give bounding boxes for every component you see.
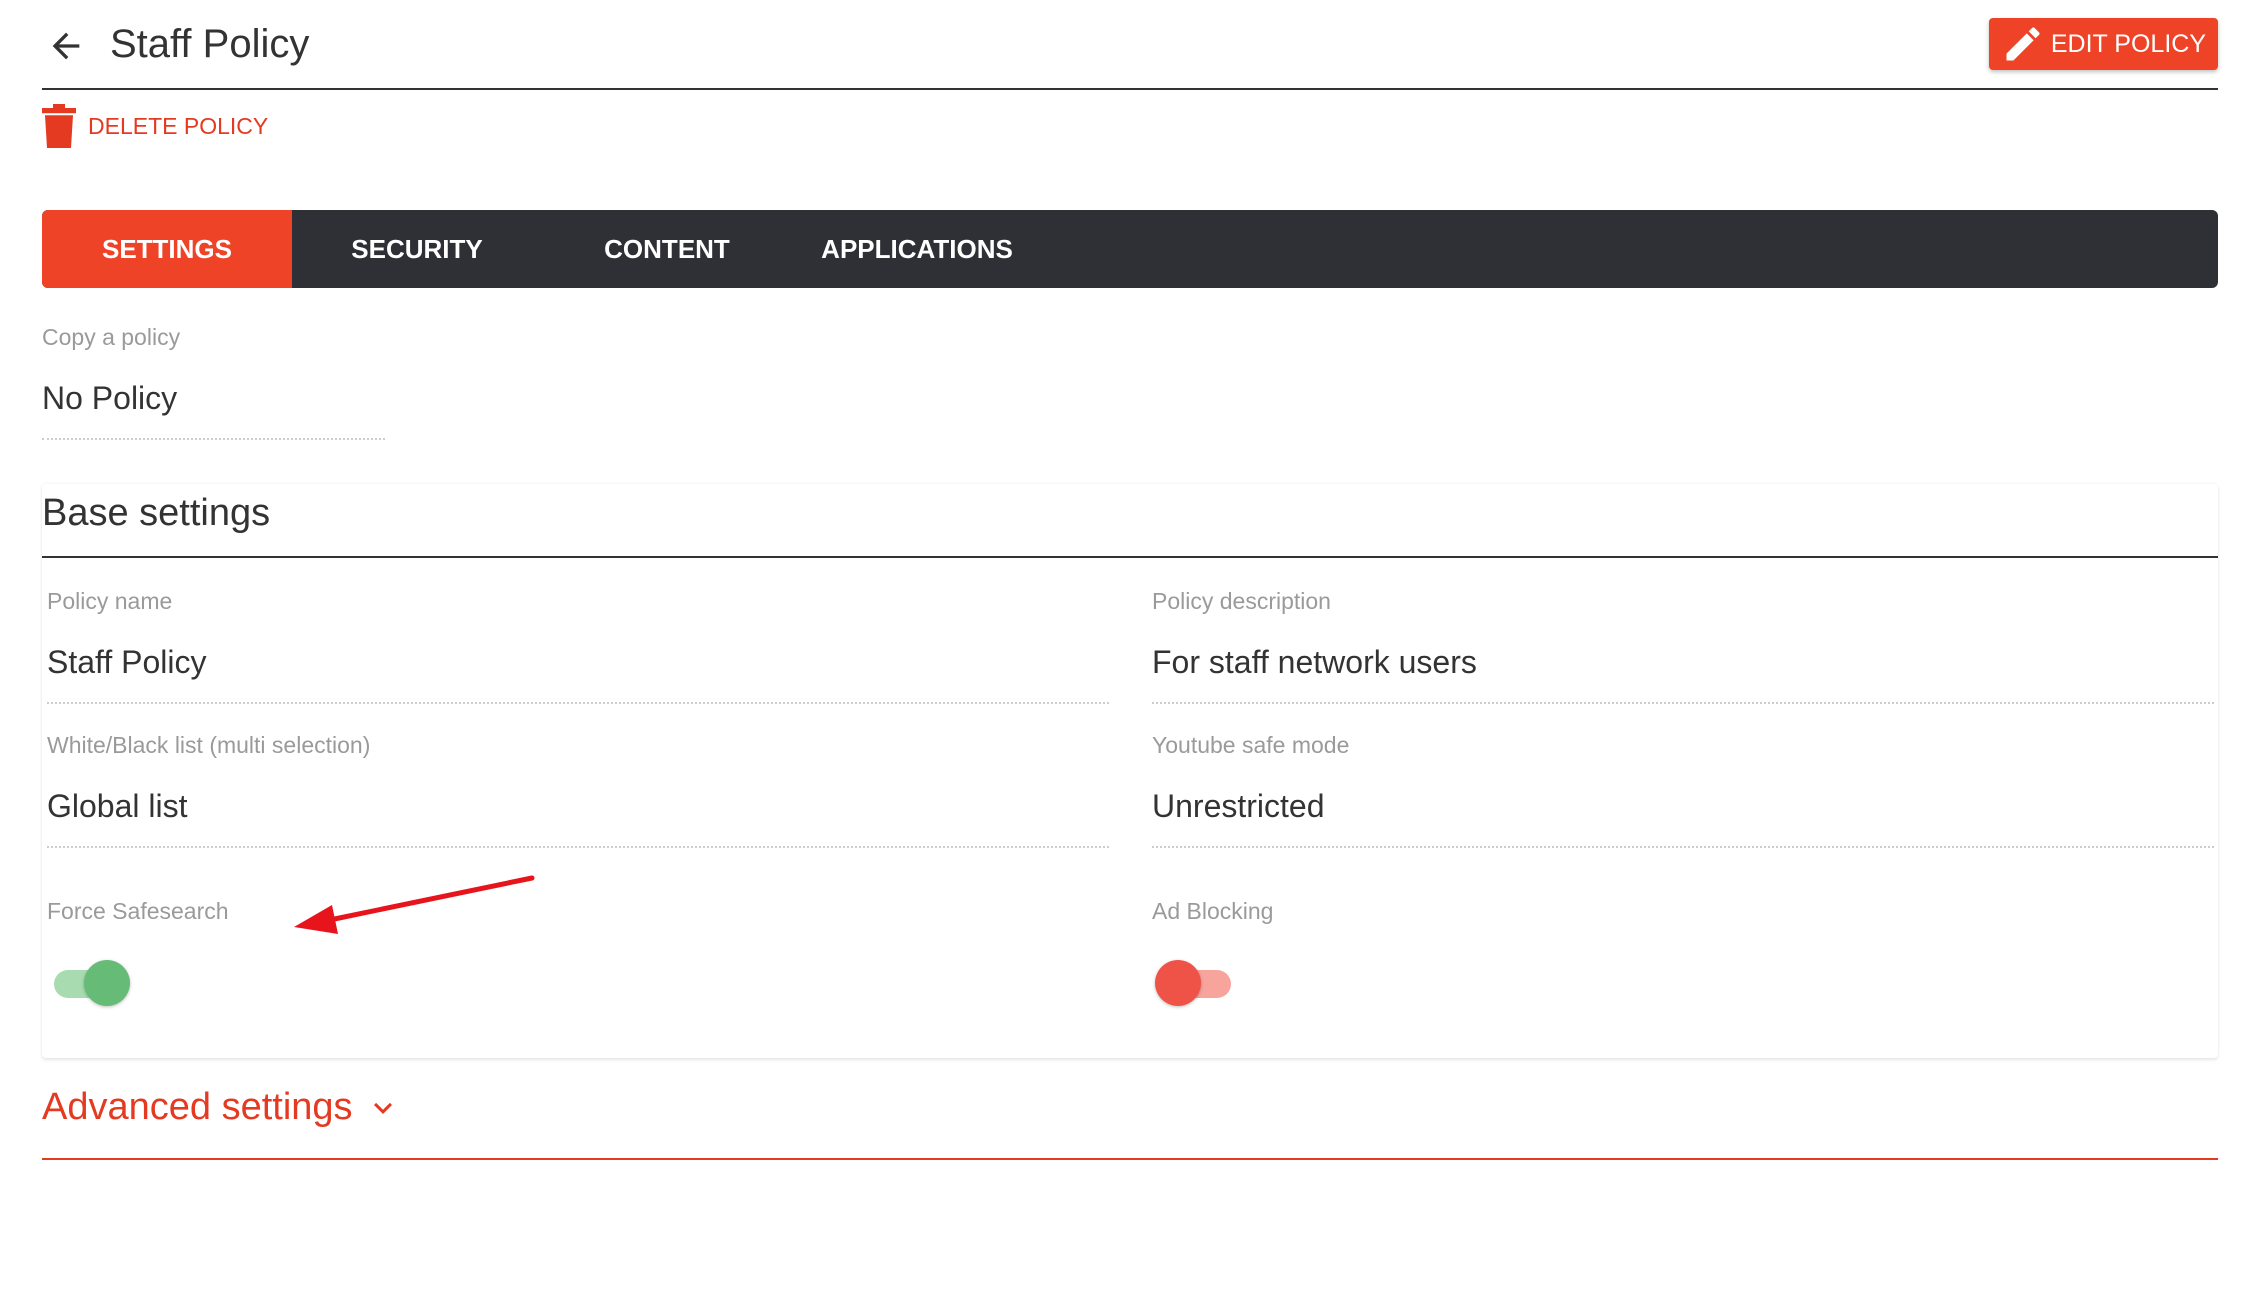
- force-safesearch-label: Force Safesearch: [47, 898, 229, 924]
- pencil-icon: [2006, 27, 2040, 61]
- delete-policy-label: DELETE POLICY: [88, 112, 269, 139]
- list-label: White/Black list (multi selection): [47, 732, 371, 758]
- tab-applications-label: APPLICATIONS: [821, 233, 1013, 264]
- copy-policy-label: Copy a policy: [42, 324, 181, 350]
- delete-policy-button[interactable]: DELETE POLICY: [42, 104, 268, 148]
- force-safesearch-toggle[interactable]: [50, 958, 130, 1006]
- youtube-select[interactable]: Unrestricted: [1152, 788, 1325, 825]
- tab-settings[interactable]: SETTINGS: [42, 210, 292, 288]
- policy-name-label: Policy name: [47, 588, 173, 614]
- copy-policy-underline: [42, 438, 385, 440]
- list-select[interactable]: Global list: [47, 788, 188, 825]
- page-title: Staff Policy: [110, 22, 310, 66]
- policy-description-field[interactable]: For staff network users: [1152, 644, 1477, 681]
- edit-policy-button[interactable]: EDIT POLICY: [1988, 18, 2218, 70]
- tab-content[interactable]: CONTENT: [542, 210, 792, 288]
- trash-icon: [42, 104, 76, 148]
- tab-bar: SETTINGS SECURITY CONTENT APPLICATIONS: [42, 210, 2218, 288]
- policy-description-underline: [1152, 702, 2214, 704]
- page-header: Staff Policy EDIT POLICY: [42, 0, 2218, 90]
- edit-policy-label: EDIT POLICY: [2050, 29, 2206, 58]
- base-settings-title: Base settings: [42, 492, 271, 534]
- youtube-underline: [1152, 846, 2214, 848]
- policy-description-label: Policy description: [1152, 588, 1331, 614]
- base-settings-card: Base settings Policy name Staff Policy P…: [42, 484, 2218, 1058]
- list-underline: [47, 846, 1109, 848]
- tab-applications[interactable]: APPLICATIONS: [792, 210, 1042, 288]
- force-safesearch-knob: [84, 960, 130, 1006]
- ad-blocking-toggle[interactable]: [1155, 958, 1235, 1006]
- copy-policy-select[interactable]: No Policy: [42, 380, 177, 417]
- tab-security[interactable]: SECURITY: [292, 210, 542, 288]
- ad-blocking-label: Ad Blocking: [1152, 898, 1274, 924]
- tab-security-label: SECURITY: [351, 233, 483, 264]
- policy-name-underline: [47, 702, 1109, 704]
- chevron-down-icon: [373, 1102, 392, 1114]
- tab-content-label: CONTENT: [604, 233, 730, 264]
- youtube-label: Youtube safe mode: [1152, 732, 1350, 758]
- arrow-left-icon: [52, 32, 80, 60]
- ad-blocking-knob: [1155, 960, 1201, 1006]
- policy-name-field[interactable]: Staff Policy: [47, 644, 206, 681]
- advanced-settings-label: Advanced settings: [42, 1086, 353, 1128]
- advanced-settings-divider: [42, 1158, 2218, 1160]
- advanced-settings-toggle[interactable]: Advanced settings: [42, 1086, 401, 1129]
- tab-settings-label: SETTINGS: [101, 233, 232, 264]
- back-button[interactable]: [42, 22, 90, 70]
- base-settings-divider: [42, 556, 2218, 558]
